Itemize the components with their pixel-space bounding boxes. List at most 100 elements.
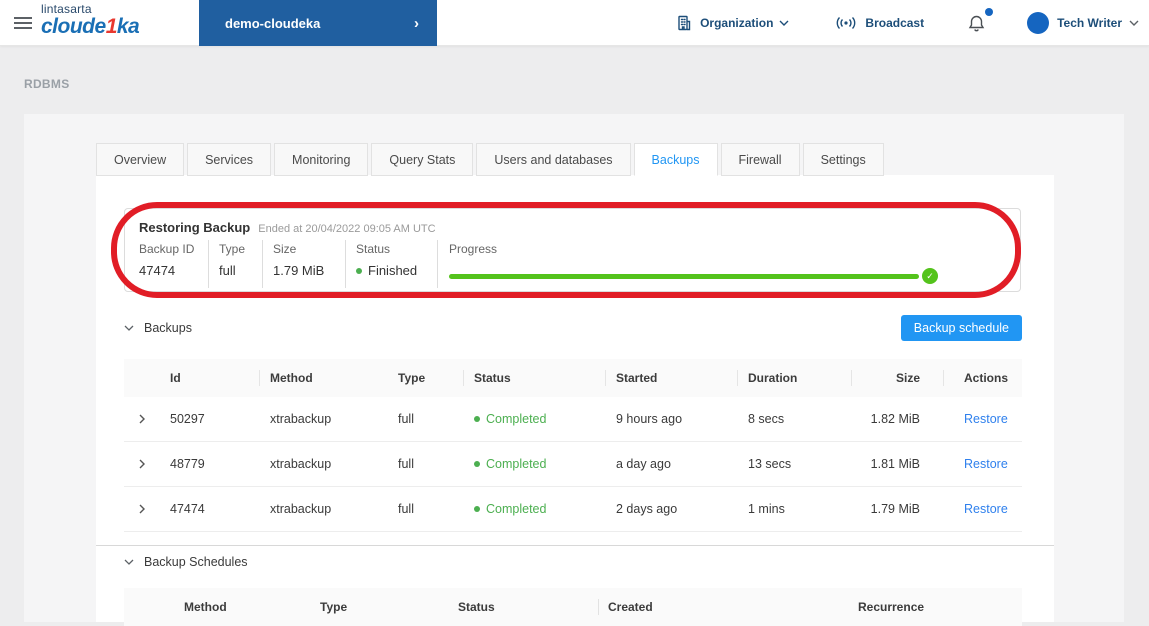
restoring-backup-title: Restoring Backup — [139, 220, 251, 235]
restore-link[interactable]: Restore — [964, 502, 1008, 516]
cell-id: 48779 — [170, 457, 205, 471]
backups-table: Id Method Type Status Started Duration S… — [124, 359, 1022, 532]
restore-link[interactable]: Restore — [964, 457, 1008, 471]
notification-dot — [985, 7, 994, 16]
user-name: Tech Writer — [1057, 16, 1122, 30]
col-status: Status — [464, 370, 606, 386]
col-recurrence: Recurrence — [858, 600, 925, 614]
restoring-backup-panel: Restoring Backup Ended at 20/04/2022 09:… — [124, 208, 1021, 292]
cell-status: Completed — [464, 457, 606, 471]
status-dot-icon — [474, 506, 480, 512]
field-size: Size 1.79 MiB — [263, 240, 346, 288]
field-type: Type full — [209, 240, 263, 288]
user-menu[interactable]: Tech Writer — [1027, 12, 1139, 34]
restoring-backup-ended-at: Ended at 20/04/2022 09:05 AM UTC — [258, 223, 436, 235]
tab-users-and-databases[interactable]: Users and databases — [476, 143, 631, 176]
field-backup-id: Backup ID 47474 — [125, 240, 209, 288]
col-method: Method — [184, 600, 227, 614]
col-created: Created — [598, 599, 848, 615]
schedules-table-header: Method Type Status Created Recurrence — [124, 588, 1022, 626]
schedules-section-title: Backup Schedules — [144, 555, 248, 569]
topbar-right: Organization Broadcast Tech Writer — [676, 0, 1139, 46]
expand-row-icon[interactable] — [124, 504, 160, 514]
table-row: 50297 xtrabackup full Completed 9 hours … — [124, 397, 1022, 442]
cell-size: 1.81 MiB — [870, 457, 920, 471]
section-divider — [96, 545, 1054, 546]
col-started: Started — [606, 370, 738, 386]
tab-backups[interactable]: Backups — [633, 143, 718, 176]
cell-type: full — [398, 412, 414, 426]
breadcrumb: RDBMS — [24, 77, 70, 91]
table-row: 48779 xtrabackup full Completed a day ag… — [124, 442, 1022, 487]
cell-id: 47474 — [170, 502, 205, 516]
tab-content: Restoring Backup Ended at 20/04/2022 09:… — [96, 175, 1054, 626]
project-selector-button[interactable]: demo-cloudeka › — [199, 0, 437, 46]
brand-cloudeka: cloude1ka — [41, 15, 140, 38]
tab-overview[interactable]: Overview — [96, 143, 185, 176]
cell-type: full — [398, 502, 414, 516]
brand-logo[interactable]: lintasarta cloude1ka — [41, 2, 140, 38]
expand-row-icon[interactable] — [124, 459, 160, 469]
col-method: Method — [270, 371, 313, 385]
col-duration: Duration — [738, 370, 852, 386]
tab-bar: Overview Services Monitoring Query Stats… — [96, 143, 884, 176]
avatar — [1027, 12, 1050, 34]
chevron-down-icon — [1129, 20, 1139, 26]
cell-method: xtrabackup — [270, 412, 332, 426]
field-status: Status Finished — [346, 240, 438, 288]
page: lintasarta cloude1ka demo-cloudeka › Org… — [0, 0, 1149, 626]
restore-link[interactable]: Restore — [964, 412, 1008, 426]
col-type: Type — [388, 370, 464, 386]
cell-started: 9 hours ago — [616, 412, 683, 426]
cell-type: full — [398, 457, 414, 471]
collapse-chevron-icon[interactable] — [124, 325, 134, 331]
tab-query-stats[interactable]: Query Stats — [371, 143, 474, 176]
table-row: 47474 xtrabackup full Completed 2 days a… — [124, 487, 1022, 532]
progress-bar — [449, 274, 919, 279]
collapse-chevron-icon[interactable] — [124, 559, 134, 565]
col-size: Size — [852, 370, 944, 386]
broadcast-menu[interactable]: Broadcast — [835, 16, 924, 30]
brand-accent: 1 — [105, 15, 118, 38]
topbar: lintasarta cloude1ka demo-cloudeka › Org… — [0, 0, 1149, 46]
backups-table-header: Id Method Type Status Started Duration S… — [124, 359, 1022, 397]
organization-menu[interactable]: Organization — [676, 15, 789, 31]
chevron-down-icon — [779, 20, 789, 26]
broadcast-icon — [837, 17, 856, 29]
cell-started: a day ago — [616, 457, 671, 471]
backups-section-header: Backups Backup schedule — [124, 315, 1022, 341]
status-dot-icon — [474, 461, 480, 467]
cell-size: 1.79 MiB — [870, 502, 920, 516]
tab-settings[interactable]: Settings — [802, 143, 884, 176]
notifications-button[interactable] — [968, 7, 994, 33]
cell-duration: 1 mins — [748, 502, 785, 516]
tab-monitoring[interactable]: Monitoring — [274, 143, 369, 176]
project-name: demo-cloudeka — [225, 15, 321, 31]
backup-schedule-button[interactable]: Backup schedule — [900, 315, 1022, 341]
col-actions: Actions — [964, 371, 1009, 385]
progress-check-icon: ✓ — [922, 268, 938, 284]
status-dot-icon — [356, 267, 362, 274]
expand-row-icon[interactable] — [124, 414, 160, 424]
col-status: Status — [458, 600, 495, 614]
organization-label: Organization — [700, 16, 774, 30]
brand-lintasarta: lintasarta — [41, 2, 92, 16]
schedules-section-header: Backup Schedules — [124, 555, 248, 569]
backups-section-title: Backups — [144, 321, 192, 335]
cell-method: xtrabackup — [270, 457, 332, 471]
cell-duration: 8 secs — [748, 412, 785, 426]
cell-status: Completed — [464, 412, 606, 426]
cell-size: 1.82 MiB — [870, 412, 920, 426]
main-panel: Overview Services Monitoring Query Stats… — [24, 114, 1124, 626]
tab-firewall[interactable]: Firewall — [720, 143, 800, 176]
cell-status: Completed — [464, 502, 606, 516]
hamburger-menu-icon[interactable] — [14, 17, 32, 29]
bell-icon — [968, 15, 985, 31]
col-id: Id — [160, 370, 260, 386]
cell-method: xtrabackup — [270, 502, 332, 516]
tab-services[interactable]: Services — [187, 143, 272, 176]
schedules-table: Method Type Status Created Recurrence — [124, 588, 1022, 626]
field-progress: Progress ✓ — [438, 240, 1020, 288]
organization-building-icon — [678, 15, 691, 31]
cell-id: 50297 — [170, 412, 205, 426]
